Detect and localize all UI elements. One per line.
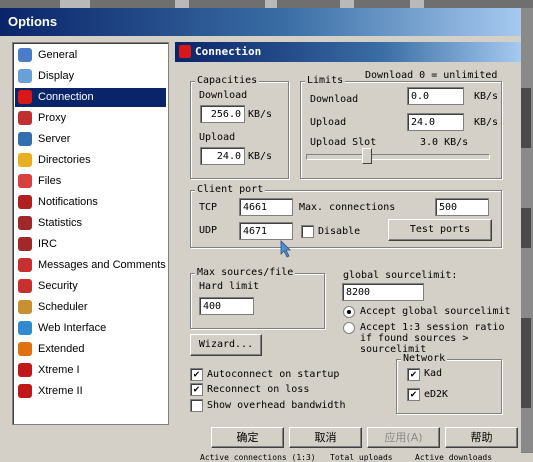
reconnect-label: Reconnect on loss: [207, 384, 310, 395]
xtreme-icon: [18, 384, 32, 398]
accept-global-sourcelimit-radio[interactable]: [343, 306, 355, 318]
sidebar-item-extended[interactable]: Extended: [15, 340, 166, 359]
statistics-icon: [18, 216, 32, 230]
tcp-port-input[interactable]: 4661: [239, 198, 293, 216]
overhead-checkbox[interactable]: [190, 399, 203, 412]
upload-slot-value: 3.0 KB/s: [420, 137, 469, 148]
sidebar-item-security[interactable]: Security: [15, 277, 166, 296]
hard-limit-label: Hard limit: [199, 281, 260, 292]
accept-session-ratio-label-2: if found sources >: [360, 333, 469, 344]
accept-session-ratio-radio[interactable]: [343, 322, 355, 334]
sidebar-item-proxy[interactable]: Proxy: [15, 109, 166, 128]
kad-label: Kad: [424, 368, 443, 379]
ok-button[interactable]: 确定: [211, 427, 284, 448]
reconnect-checkbox[interactable]: ✔: [190, 383, 203, 396]
limit-upload-label: Upload: [310, 117, 347, 128]
overhead-label: Show overhead bandwidth: [207, 400, 346, 411]
scheduler-icon: [18, 300, 32, 314]
limit-download-unit: KB/s: [474, 91, 499, 102]
client-port-title: Client port: [195, 184, 266, 195]
display-icon: [18, 69, 32, 83]
limit-upload-unit: KB/s: [474, 117, 499, 128]
accept-session-ratio-label-1: Accept 1:3 session ratio: [360, 322, 505, 333]
sidebar-item-xtreme-1[interactable]: Xtreme I: [15, 361, 166, 380]
global-sourcelimit-input[interactable]: 8200: [342, 283, 424, 301]
extended-puzzle-icon: [18, 342, 32, 356]
capacity-download-label: Download: [199, 90, 248, 101]
limit-upload-input[interactable]: 24.0: [407, 113, 464, 131]
wizard-button[interactable]: Wizard...: [190, 334, 262, 356]
sidebar-item-server[interactable]: Server: [15, 130, 166, 149]
help-button[interactable]: 帮助: [445, 427, 518, 448]
sidebar-item-files[interactable]: Files: [15, 172, 166, 191]
capacity-download-input[interactable]: 256.0: [200, 105, 245, 123]
limit-download-label: Download: [310, 94, 359, 105]
udp-label: UDP: [199, 225, 218, 236]
kad-checkbox[interactable]: ✔: [407, 368, 420, 381]
general-icon: [18, 48, 32, 62]
test-ports-button[interactable]: Test ports: [388, 219, 492, 241]
tcp-label: TCP: [199, 202, 218, 213]
limits-unlimited-note: Download 0 = unlimited: [365, 70, 498, 81]
autoconnect-label: Autoconnect on startup: [207, 369, 340, 380]
connection-plug-icon: [179, 45, 191, 58]
network-title: Network: [401, 353, 448, 364]
limits-title: Limits: [305, 75, 346, 86]
title-bar[interactable]: Options: [0, 8, 521, 36]
capacity-upload-input[interactable]: 24.0: [200, 147, 245, 165]
sidebar-item-display[interactable]: Display: [15, 67, 166, 86]
autoconnect-checkbox[interactable]: ✔: [190, 368, 203, 381]
ed2k-checkbox[interactable]: ✔: [407, 388, 420, 401]
max-connections-label: Max. connections: [299, 202, 396, 213]
background-toolbar-strip: [0, 0, 533, 8]
capacity-download-unit: KB/s: [248, 109, 273, 120]
panel-title: Connection: [195, 45, 262, 58]
proxy-icon: [18, 111, 32, 125]
folder-icon: [18, 153, 32, 167]
udp-port-input[interactable]: 4671: [239, 222, 293, 240]
accept-global-sourcelimit-label: Accept global sourcelimit: [360, 306, 511, 317]
options-category-list[interactable]: General Display Connection Proxy Server …: [12, 42, 169, 425]
limit-download-input[interactable]: 0.0: [407, 87, 464, 105]
capacity-upload-label: Upload: [199, 132, 236, 143]
apply-button[interactable]: 应用(A): [367, 427, 440, 448]
xtreme-icon: [18, 363, 32, 377]
sidebar-item-xtreme-2[interactable]: Xtreme II: [15, 382, 166, 401]
capacity-upload-unit: KB/s: [248, 151, 273, 162]
hard-limit-input[interactable]: 400: [199, 297, 254, 315]
mouse-cursor-icon: [280, 240, 291, 258]
sidebar-item-web-interface[interactable]: Web Interface: [15, 319, 166, 338]
max-sources-title: Max sources/file: [195, 267, 296, 278]
sidebar-item-irc[interactable]: IRC: [15, 235, 166, 254]
panel-header: Connection: [175, 42, 521, 62]
server-icon: [18, 132, 32, 146]
sidebar-item-general[interactable]: General: [15, 46, 166, 65]
cancel-button[interactable]: 取消: [289, 427, 362, 448]
files-icon: [18, 174, 32, 188]
sidebar-item-connection[interactable]: Connection: [15, 88, 166, 107]
connection-plug-icon: [18, 90, 32, 104]
upload-slot-slider-track[interactable]: [306, 154, 490, 160]
sidebar-item-statistics[interactable]: Statistics: [15, 214, 166, 233]
window-title: Options: [8, 14, 58, 29]
upload-slot-slider-thumb[interactable]: [361, 148, 372, 164]
web-interface-icon: [18, 321, 32, 335]
disable-udp-checkbox[interactable]: [301, 225, 314, 238]
options-window: Options General Display Connection Proxy…: [0, 8, 521, 453]
background-window-edge: [519, 8, 533, 461]
irc-icon: [18, 237, 32, 251]
max-connections-input[interactable]: 500: [435, 198, 489, 216]
ed2k-label: eD2K: [424, 389, 449, 400]
upload-slot-label: Upload Slot: [310, 137, 377, 148]
security-icon: [18, 279, 32, 293]
messages-icon: [18, 258, 32, 272]
sidebar-item-scheduler[interactable]: Scheduler: [15, 298, 166, 317]
disable-udp-label: Disable: [318, 226, 361, 237]
sidebar-item-messages-comments[interactable]: Messages and Comments: [15, 256, 166, 275]
sidebar-item-notifications[interactable]: Notifications: [15, 193, 166, 212]
notifications-icon: [18, 195, 32, 209]
global-sourcelimit-label: global sourcelimit:: [343, 270, 458, 281]
sidebar-item-directories[interactable]: Directories: [15, 151, 166, 170]
capacities-title: Capacities: [195, 75, 260, 86]
